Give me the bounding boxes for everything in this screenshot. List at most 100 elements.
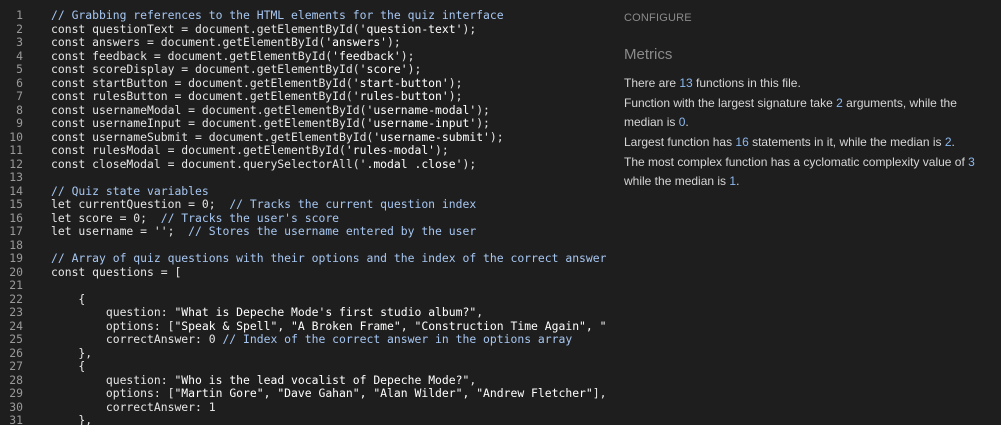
code-line[interactable]: 16 let score = 0; // Tracks the user's sc…	[0, 210, 606, 226]
code-string: 'rules-modal'	[345, 143, 436, 157]
code-line[interactable]: 22 {	[0, 291, 606, 307]
code-token: );	[448, 89, 463, 103]
code-text: },	[51, 413, 93, 425]
metric-text: functions in this file.	[692, 76, 801, 90]
code-line[interactable]: 23 question: "What is Depeche Mode's fir…	[0, 305, 606, 320]
code-comment: // Stores the username entered by the us…	[188, 224, 477, 238]
code-text: const closeModal = document.querySelecto…	[51, 156, 476, 172]
code-line[interactable]: 4 const feedback = document.getElementByI…	[0, 48, 606, 64]
code-token: correctAnswer: 1	[51, 399, 216, 414]
metric-text: .	[951, 135, 955, 149]
code-line[interactable]: 1 // Grabbing references to the HTML elem…	[0, 9, 606, 23]
code-text: },	[51, 345, 93, 361]
code-token: },	[51, 413, 93, 425]
code-line[interactable]: 25 correctAnswer: 0 // Index of the corr…	[0, 332, 606, 347]
code-line[interactable]: 9 const usernameInput = document.getEleme…	[0, 116, 606, 131]
metric-text: Function with the largest signature take	[624, 96, 837, 110]
metric-largest-signature: Function with the largest signature take…	[624, 94, 976, 132]
code-comment: // Quiz state variables	[51, 183, 209, 198]
code-string: 'score'	[359, 62, 408, 76]
configure-link[interactable]: CONFIGURE	[624, 12, 692, 24]
code-line[interactable]: 2 const questionText = document.getElemen…	[0, 21, 606, 37]
code-line[interactable]: 13	[0, 170, 606, 185]
code-line[interactable]: 7 const rulesButton = document.getElement…	[0, 89, 606, 104]
line-number: 4	[16, 48, 23, 63]
line-number: 21	[9, 278, 23, 292]
code-line[interactable]: 12 const closeModal = document.querySelec…	[0, 156, 606, 172]
line-number: 3	[16, 35, 23, 49]
line-number: 16	[9, 210, 23, 225]
code-text: // Grabbing references to the HTML eleme…	[51, 9, 504, 23]
code-line[interactable]: 29 options: ["Martin Gore", "Dave Gahan"…	[0, 386, 606, 401]
code-line[interactable]: 10 const usernameSubmit = document.getEle…	[0, 129, 606, 145]
code-token: let score = 0;	[51, 210, 161, 225]
app-window: 1 // Grabbing references to the HTML elem…	[0, 0, 1001, 425]
code-token: options: [	[51, 318, 175, 333]
code-text: const answers = document.getElementById(…	[51, 35, 401, 50]
line-number: 6	[16, 75, 23, 90]
code-line[interactable]: 24 options: ["Speak & Spell", "A Broken …	[0, 318, 606, 334]
code-line[interactable]: 15 let currentQuestion = 0; // Tracks the…	[0, 197, 606, 212]
line-number: 12	[9, 156, 23, 171]
code-text: options: ["Speak & Spell", "A Broken Fra…	[51, 318, 606, 334]
code-token: const feedback = document.getElementById…	[51, 48, 333, 63]
metric-value: 13	[679, 76, 693, 90]
code-line[interactable]: 5 const scoreDisplay = document.getElemen…	[0, 62, 606, 77]
code-string: 'username-submit'	[373, 129, 490, 144]
code-token: const rulesModal = document.getElementBy…	[51, 143, 346, 157]
code-line[interactable]: 19 // Array of quiz questions with their …	[0, 251, 606, 266]
code-line[interactable]: 20 const questions = [	[0, 265, 606, 280]
line-number: 14	[9, 183, 23, 198]
line-number: 7	[16, 89, 23, 103]
code-token: const usernameInput = document.getElemen…	[51, 116, 367, 130]
code-text: const scoreDisplay = document.getElement…	[51, 62, 421, 77]
code-text: let score = 0; // Tracks the user's scor…	[51, 210, 340, 226]
code-text: const usernameModal = document.getElemen…	[51, 102, 490, 118]
line-number: 22	[9, 291, 23, 306]
code-token: question:	[51, 305, 175, 319]
line-number: 13	[9, 170, 23, 184]
code-token: let username = '';	[51, 224, 189, 238]
code-text: correctAnswer: 0 // Index of the correct…	[51, 332, 572, 347]
code-line[interactable]: 31 },	[0, 413, 606, 425]
line-number: 17	[9, 224, 23, 238]
code-line[interactable]: 30 correctAnswer: 1	[0, 399, 606, 415]
code-text: const startButton = document.getElementB…	[51, 75, 463, 91]
code-token: );	[448, 75, 463, 90]
code-line[interactable]: 8 const usernameModal = document.getEleme…	[0, 102, 606, 118]
metric-value: 2	[836, 96, 843, 110]
code-token: const closeModal = document.querySelecto…	[51, 156, 360, 171]
code-text: // Array of quiz questions with their op…	[51, 251, 606, 266]
code-line[interactable]: 17 let username = ''; // Stores the usern…	[0, 224, 606, 239]
code-text: let username = ''; // Stores the usernam…	[51, 224, 477, 239]
code-string: 'question-text'	[359, 21, 463, 36]
metric-largest-function: Largest function has 16 statements in it…	[624, 133, 976, 152]
code-text: options: ["Martin Gore", "Dave Gahan", "…	[51, 386, 606, 401]
metric-text: while the median is	[624, 174, 730, 188]
metric-text: .	[685, 115, 689, 129]
code-line[interactable]: 18	[0, 237, 606, 253]
code-token: const usernameModal = document.getElemen…	[51, 102, 367, 117]
code-line[interactable]: 6 const startButton = document.getElement…	[0, 75, 606, 91]
line-number: 27	[9, 359, 23, 373]
code-text: const questions = [	[51, 265, 181, 280]
code-token: );	[387, 35, 401, 49]
code-string: '.modal .close'	[359, 156, 463, 171]
metric-text: The most complex function has a cyclomat…	[624, 155, 969, 169]
code-text: const rulesButton = document.getElementB…	[51, 89, 463, 104]
code-text: {	[51, 359, 85, 374]
code-line[interactable]: 14 // Quiz state variables	[0, 183, 606, 199]
code-line[interactable]: 27 {	[0, 359, 606, 374]
code-line[interactable]: 21	[0, 278, 606, 293]
code-line[interactable]: 3 const answers = document.getElementById…	[0, 35, 606, 50]
code-token: },	[51, 345, 93, 360]
line-number: 18	[9, 237, 23, 252]
code-token: ,	[469, 372, 477, 387]
code-line[interactable]: 11 const rulesModal = document.getElement…	[0, 143, 606, 158]
code-comment: // Tracks the user's score	[160, 210, 340, 225]
code-text: {	[51, 292, 85, 307]
code-line[interactable]: 28 question: "Who is the lead vocalist o…	[0, 372, 606, 388]
code-line[interactable]: 26 },	[0, 345, 606, 361]
code-editor[interactable]: 1 // Grabbing references to the HTML elem…	[0, 9, 606, 425]
code-token: );	[435, 143, 449, 157]
